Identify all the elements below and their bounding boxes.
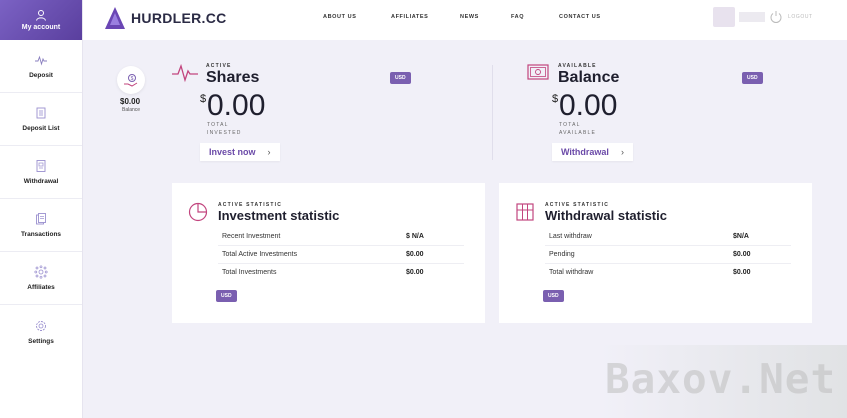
withdrawal-statistic-card: ACTIVE STATISTIC Withdrawal statistic La… bbox=[499, 183, 812, 323]
row-value: $0.00 bbox=[406, 269, 424, 276]
shares-currency-symbol: $ bbox=[200, 93, 207, 105]
sidebar-item-settings[interactable]: Settings bbox=[0, 305, 82, 358]
sidebar-item-my-account[interactable]: My account bbox=[0, 0, 82, 40]
shares-title: Shares bbox=[206, 69, 260, 86]
invest-now-label: Invest now bbox=[209, 147, 256, 157]
balance-currency-badge[interactable]: USD bbox=[742, 72, 763, 84]
withdrawal-button[interactable]: Withdrawal › bbox=[552, 143, 633, 161]
chevron-right-icon: › bbox=[267, 147, 271, 157]
shares-subcaption-line2: INVESTED bbox=[207, 130, 242, 136]
balance-avatar: $ bbox=[117, 66, 145, 94]
shares-subcaption-line1: TOTAL bbox=[207, 122, 229, 128]
logout-link[interactable]: LOGOUT bbox=[788, 14, 813, 20]
row-value: $ N/A bbox=[406, 233, 424, 240]
row-label: Total Investments bbox=[222, 269, 277, 276]
shares-amount: 0.00 bbox=[207, 89, 266, 122]
logo-text: HURDLER.CC bbox=[131, 10, 227, 26]
investment-stat-title: Investment statistic bbox=[218, 208, 340, 223]
pie-chart-icon bbox=[188, 202, 208, 222]
balance-subcaption-line2: AVAILABLE bbox=[559, 130, 597, 136]
nav-about-us[interactable]: ABOUT US bbox=[323, 14, 357, 20]
sidebar-item-label: Deposit List bbox=[22, 125, 60, 132]
sidebar-item-label: Deposit bbox=[29, 72, 53, 79]
table-row: Total Investments $0.00 bbox=[218, 264, 464, 282]
summary-balance-label: Balance bbox=[122, 107, 141, 113]
chevron-right-icon: › bbox=[620, 147, 624, 157]
balance-currency-symbol: $ bbox=[552, 93, 559, 105]
nav-faq[interactable]: FAQ bbox=[511, 14, 524, 20]
list-icon bbox=[36, 107, 46, 119]
row-value: $0.00 bbox=[406, 251, 424, 258]
username-blurred bbox=[739, 12, 765, 22]
table-row: Pending $0.00 bbox=[545, 246, 791, 264]
top-header: HURDLER.CC ABOUT US AFFILIATES NEWS FAQ … bbox=[83, 0, 847, 40]
summary-balance-amount: $0.00 bbox=[120, 97, 141, 106]
sidebar-item-label: Transactions bbox=[20, 231, 62, 238]
balance-subcaption-line1: TOTAL bbox=[559, 122, 581, 128]
sidebar-item-affiliates[interactable]: Affiliates bbox=[0, 252, 82, 305]
sidebar: My account Deposit Deposit List Withdraw… bbox=[0, 0, 83, 418]
row-label: Recent Investment bbox=[222, 233, 281, 240]
sidebar-item-deposit-list[interactable]: Deposit List bbox=[0, 93, 82, 146]
document-icon bbox=[36, 160, 46, 172]
pulse-icon bbox=[35, 55, 47, 66]
investment-statistic-card: ACTIVE STATISTIC Investment statistic Re… bbox=[172, 183, 485, 323]
sidebar-item-withdrawal[interactable]: Withdrawal bbox=[0, 146, 82, 199]
investment-currency-badge[interactable]: USD bbox=[216, 290, 237, 302]
logo-icon bbox=[105, 7, 125, 29]
table-row: Recent Investment $ N/A bbox=[218, 228, 464, 246]
watermark: Baxov.Net bbox=[605, 355, 837, 403]
table-row: Total withdraw $0.00 bbox=[545, 264, 791, 282]
balance-subcaption: TOTAL AVAILABLE bbox=[559, 121, 596, 137]
power-icon[interactable] bbox=[769, 10, 783, 24]
withdrawal-currency-badge[interactable]: USD bbox=[543, 290, 564, 302]
nav-contact-us[interactable]: CONTACT US bbox=[559, 14, 601, 20]
grid-icon bbox=[516, 203, 534, 221]
row-label: Total Active Investments bbox=[222, 251, 298, 258]
transactions-icon bbox=[36, 213, 46, 225]
withdrawal-stat-title: Withdrawal statistic bbox=[545, 208, 667, 223]
sidebar-item-deposit[interactable]: Deposit bbox=[0, 40, 82, 93]
shares-subcaption: TOTAL INVESTED bbox=[207, 121, 242, 137]
money-hand-icon: $ bbox=[124, 74, 138, 87]
gear-icon bbox=[36, 320, 46, 331]
user-icon bbox=[36, 10, 46, 21]
sidebar-item-transactions[interactable]: Transactions bbox=[0, 199, 82, 252]
table-row: Total Active Investments $0.00 bbox=[218, 246, 464, 264]
shares-currency-badge[interactable]: USD bbox=[390, 72, 411, 84]
sidebar-item-label: Affiliates bbox=[27, 284, 55, 291]
row-label: Pending bbox=[549, 251, 575, 258]
nav-news[interactable]: NEWS bbox=[460, 14, 479, 20]
balance-amount: 0.00 bbox=[559, 89, 618, 122]
divider bbox=[492, 65, 493, 160]
table-row: Last withdraw $N/A bbox=[545, 228, 791, 246]
banknote-icon bbox=[527, 64, 549, 80]
sidebar-item-label: My account bbox=[21, 24, 61, 31]
withdrawal-label: Withdrawal bbox=[561, 147, 609, 157]
row-value: $0.00 bbox=[733, 251, 751, 258]
pulse-icon bbox=[172, 63, 198, 83]
brand-logo[interactable]: HURDLER.CC bbox=[105, 7, 227, 29]
avatar bbox=[713, 7, 735, 27]
row-value: $0.00 bbox=[733, 269, 751, 276]
svg-text:$: $ bbox=[131, 76, 134, 82]
nav-affiliates[interactable]: AFFILIATES bbox=[391, 14, 428, 20]
sidebar-item-label: Withdrawal bbox=[23, 178, 59, 185]
invest-now-button[interactable]: Invest now › bbox=[200, 143, 280, 161]
balance-title: Balance bbox=[558, 69, 620, 86]
network-icon bbox=[34, 265, 48, 279]
row-label: Last withdraw bbox=[549, 233, 592, 240]
sidebar-item-label: Settings bbox=[28, 337, 54, 345]
row-value: $N/A bbox=[733, 233, 749, 240]
row-label: Total withdraw bbox=[549, 269, 594, 276]
